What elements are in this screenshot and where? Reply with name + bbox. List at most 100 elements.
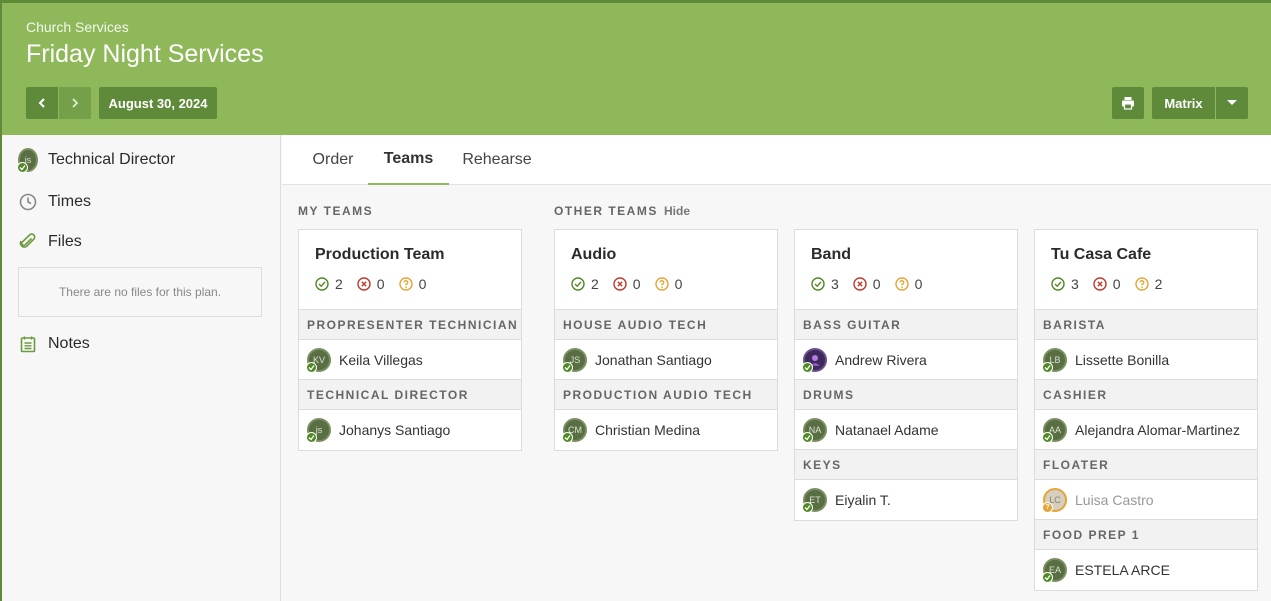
team-member-row[interactable]: KV Keila Villegas: [299, 340, 521, 380]
avatar: LB: [1042, 347, 1067, 373]
avatar: AA: [1042, 417, 1067, 443]
confirmed-count: 3: [1071, 276, 1079, 292]
sidebar-item-label: Files: [48, 233, 82, 250]
team-member-row[interactable]: LB Lissette Bonilla: [1035, 340, 1257, 380]
team-status-counts: 3 0 0: [811, 276, 1001, 292]
team-member-row[interactable]: LC? Luisa Castro: [1035, 480, 1257, 520]
tab-teams[interactable]: Teams: [368, 135, 449, 185]
confirmed-icon: [1051, 277, 1065, 291]
print-button[interactable]: [1112, 87, 1144, 119]
pending-icon: [894, 277, 909, 291]
sidebar-item-label: Times: [48, 193, 91, 210]
team-card-header: Tu Casa Cafe 3 0 2: [1035, 230, 1257, 310]
position-heading: BASS GUITAR: [795, 310, 1017, 340]
member-name: Lissette Bonilla: [1075, 351, 1170, 368]
previous-plan-button[interactable]: [26, 87, 58, 119]
declined-count: 0: [632, 276, 641, 292]
view-options-dropdown[interactable]: [1216, 87, 1248, 119]
member-name: ESTELA ARCE: [1075, 562, 1170, 578]
confirmed-check-icon: [802, 431, 813, 443]
team-member-row[interactable]: AA Alejandra Alomar-Martinez: [1035, 410, 1257, 450]
tab-rehearse[interactable]: Rehearse: [449, 135, 545, 185]
team-member-row[interactable]: Andrew Rivera: [795, 340, 1017, 380]
sidebar-item-notes[interactable]: Notes: [18, 334, 90, 354]
declined-count: 0: [872, 276, 881, 292]
pending-question-icon: ?: [1042, 501, 1053, 513]
plan-date-button[interactable]: August 30, 2024: [99, 87, 217, 119]
avatar: JS: [562, 347, 587, 373]
confirmed-check-icon: [1042, 572, 1053, 583]
team-name[interactable]: Tu Casa Cafe: [1051, 246, 1241, 264]
plan-tabs: Order Teams Rehearse: [282, 135, 1271, 185]
confirmed-check-icon: [562, 432, 573, 443]
team-status-counts: 3 0 2: [1051, 276, 1241, 292]
team-member-row[interactable]: JS Jonathan Santiago: [555, 340, 777, 380]
confirmed-count: 3: [831, 276, 839, 292]
teams-board: MY TEAMS OTHER TEAMS Hide Production Tea…: [282, 185, 1271, 601]
chevron-left-icon: [38, 98, 45, 108]
position-heading: KEYS: [795, 450, 1017, 480]
team-status-counts: 2 0 0: [571, 276, 761, 292]
my-teams-heading: MY TEAMS: [298, 204, 374, 218]
team-member-row[interactable]: EA ESTELA ARCE: [1035, 550, 1257, 590]
position-heading: BARISTA: [1035, 310, 1257, 340]
plan-sidebar: js Technical Director Times Files There …: [2, 135, 281, 601]
avatar: CM: [562, 418, 587, 443]
team-member-row[interactable]: ET Eiyalin T.: [795, 480, 1017, 520]
clock-icon: [18, 192, 38, 212]
breadcrumb[interactable]: Church Services: [26, 19, 129, 35]
confirmed-check-icon: [306, 432, 317, 443]
sidebar-item-label: Notes: [48, 335, 90, 352]
pending-count: 0: [418, 276, 427, 292]
caret-down-icon: [1227, 100, 1237, 105]
member-name: Christian Medina: [595, 422, 701, 438]
chevron-right-icon: [72, 98, 79, 108]
position-heading: DRUMS: [795, 380, 1017, 410]
page-title: Friday Night Services: [26, 40, 264, 68]
confirmed-check-icon: [1042, 431, 1053, 443]
team-card-header: Audio 2 0 0: [555, 230, 777, 310]
team-status-counts: 2 0 0: [315, 276, 505, 292]
team-card-audio: Audio 2 0 0 HOUSE AUDIO TECH JS Jonathan…: [554, 229, 778, 451]
team-member-row[interactable]: js Johanys Santiago: [299, 410, 521, 450]
confirmed-check-icon: [562, 361, 573, 373]
team-name[interactable]: Audio: [571, 246, 761, 264]
other-teams-heading: OTHER TEAMS: [554, 204, 658, 218]
confirmed-icon: [571, 277, 585, 291]
member-name: Alejandra Alomar-Martinez: [1075, 421, 1240, 438]
confirmed-icon: [811, 277, 825, 291]
sidebar-item-files[interactable]: Files: [18, 232, 82, 252]
position-heading: TECHNICAL DIRECTOR: [299, 380, 521, 410]
pending-count: 0: [914, 276, 923, 292]
confirmed-check-icon: [802, 502, 813, 513]
member-name: Eiyalin T.: [835, 492, 891, 508]
pending-icon: [654, 277, 669, 291]
team-card-band: Band 3 0 0 BASS GUITAR Andrew Rivera DRU…: [794, 229, 1018, 521]
member-name: Andrew Rivera: [835, 351, 927, 368]
confirmed-check-icon: [802, 361, 813, 373]
tab-order[interactable]: Order: [300, 135, 366, 185]
team-member-row[interactable]: NA Natanael Adame: [795, 410, 1017, 450]
avatar: js: [306, 418, 331, 443]
team-name[interactable]: Production Team: [315, 246, 505, 264]
hide-other-teams-link[interactable]: Hide: [664, 204, 690, 218]
sidebar-item-label: Technical Director: [48, 151, 176, 168]
position-heading: FOOD PREP 1: [1035, 520, 1257, 550]
pending-count: 2: [1154, 276, 1163, 292]
matrix-view-button[interactable]: Matrix: [1152, 87, 1215, 119]
plan-header: Church Services Friday Night Services Au…: [0, 3, 1271, 135]
next-plan-button[interactable]: [59, 87, 91, 119]
sidebar-item-technical-director[interactable]: js Technical Director: [17, 148, 176, 173]
avatar-initials: js: [315, 425, 323, 435]
position-heading: FLOATER: [1035, 450, 1257, 480]
confirmed-icon: [315, 277, 329, 291]
member-name: Jonathan Santiago: [595, 351, 712, 368]
team-name[interactable]: Band: [811, 246, 1001, 264]
declined-count: 0: [376, 276, 385, 292]
sidebar-item-times[interactable]: Times: [18, 192, 91, 212]
confirmed-count: 2: [335, 276, 343, 292]
position-heading: HOUSE AUDIO TECH: [555, 310, 777, 340]
avatar: js: [17, 148, 38, 173]
pending-icon: [398, 277, 413, 291]
team-member-row[interactable]: CM Christian Medina: [555, 410, 777, 450]
